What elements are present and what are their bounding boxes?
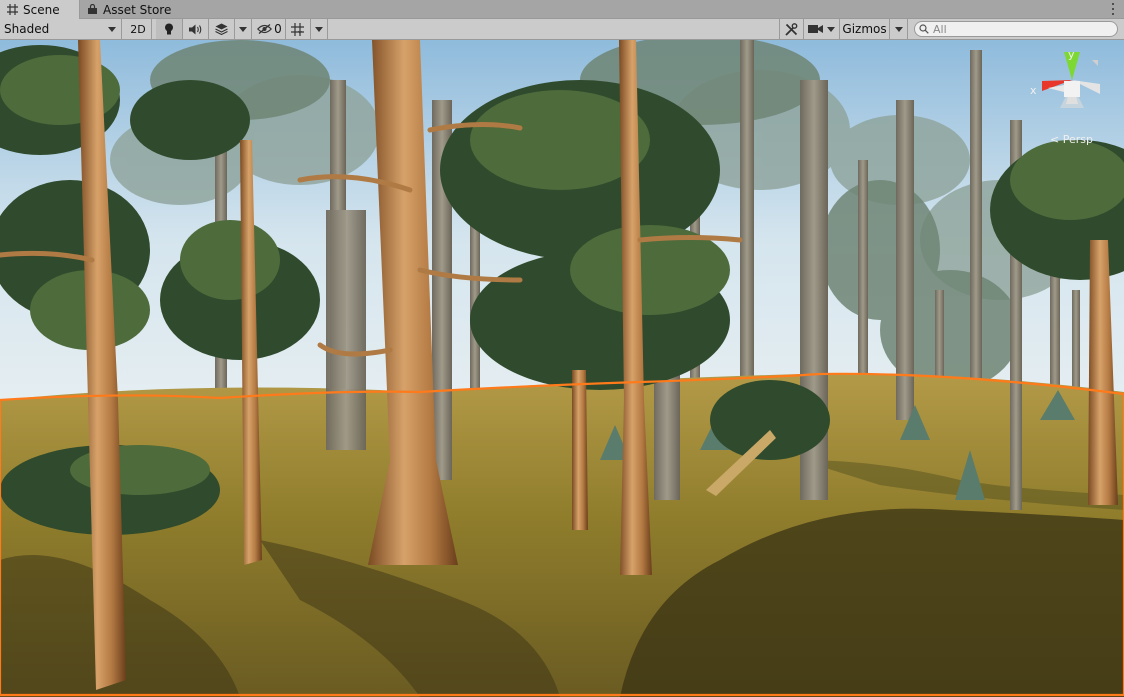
shading-mode-label: Shaded: [4, 22, 50, 36]
scene-search[interactable]: [914, 21, 1118, 37]
lighting-toggle-button[interactable]: [156, 19, 183, 39]
chevron-down-icon: [239, 26, 247, 32]
effects-toggle-button[interactable]: [209, 19, 235, 39]
2d-label: 2D: [130, 22, 146, 36]
layers-icon: [215, 23, 228, 35]
search-input[interactable]: [933, 22, 1113, 36]
2d-toggle-button[interactable]: 2D: [125, 19, 152, 39]
eye-hidden-icon: [257, 24, 273, 34]
audio-toggle-button[interactable]: [183, 19, 209, 39]
bag-icon: [86, 4, 98, 16]
gizmos-button[interactable]: Gizmos: [840, 19, 890, 39]
tab-bar: Scene Asset Store: [0, 0, 1124, 19]
scene-viewport[interactable]: y x < Persp: [0, 40, 1124, 697]
speaker-icon: [189, 24, 202, 34]
grid-toggle-button[interactable]: Y: [286, 19, 311, 39]
scene-toolbar: Shaded 2D 0 Y Gizmos: [0, 19, 1124, 40]
lightbulb-icon: [165, 23, 173, 34]
shading-mode-dropdown[interactable]: Shaded: [0, 19, 122, 39]
camera-settings-button[interactable]: [804, 19, 840, 39]
hidden-count: 0: [274, 22, 282, 36]
camera-icon: [808, 25, 823, 33]
more-options-icon[interactable]: [1108, 2, 1118, 16]
gizmo-x-label: x: [1030, 84, 1037, 97]
tab-asset-store-label: Asset Store: [103, 2, 172, 17]
gizmo-y-label: y: [1068, 48, 1075, 61]
grid-icon: [6, 4, 18, 16]
grid-snap-icon: Y: [291, 22, 304, 36]
hidden-objects-toggle[interactable]: 0: [254, 19, 286, 39]
tab-scene-label: Scene: [23, 2, 60, 17]
gizmos-label: Gizmos: [842, 22, 887, 36]
effects-dropdown[interactable]: [235, 19, 252, 39]
search-icon: [919, 24, 929, 34]
gizmos-dropdown[interactable]: [890, 19, 908, 39]
projection-toggle[interactable]: < Persp: [1050, 133, 1093, 146]
forest-scene-render: [0, 40, 1124, 697]
svg-text:Y: Y: [297, 30, 302, 36]
tools-icon: [785, 22, 798, 36]
tools-button[interactable]: [779, 19, 804, 39]
chevron-down-icon: [894, 26, 903, 32]
grid-dropdown[interactable]: [311, 19, 328, 39]
chevron-down-icon: [315, 26, 323, 32]
tab-asset-store[interactable]: Asset Store: [80, 0, 179, 19]
chevron-down-icon: [108, 26, 116, 32]
tab-scene[interactable]: Scene: [0, 0, 80, 19]
chevron-down-icon: [827, 26, 835, 32]
